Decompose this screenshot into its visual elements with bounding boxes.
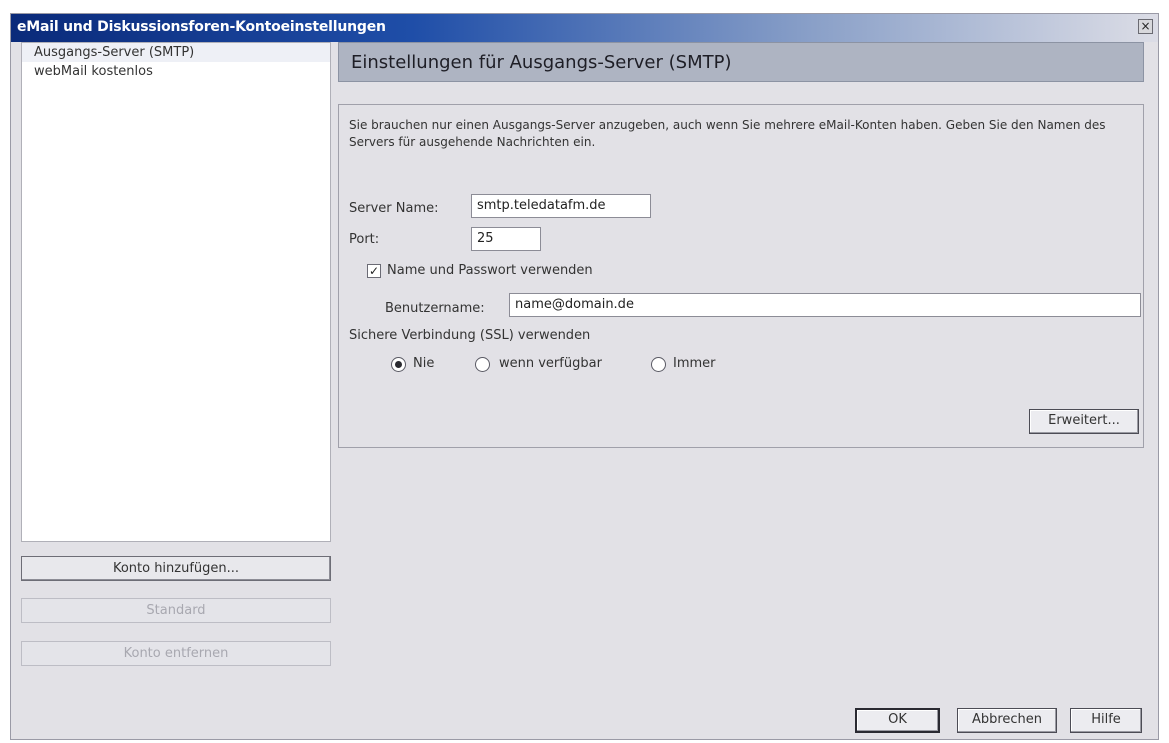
account-item-smtp[interactable]: Ausgangs-Server (SMTP): [22, 43, 330, 62]
account-item-webmail[interactable]: webMail kostenlos: [22, 62, 330, 81]
ssl-always-radio[interactable]: [651, 357, 666, 372]
ssl-always-label: Immer: [673, 356, 716, 371]
title-bar[interactable]: eMail und Diskussionsforen-Kontoeinstell…: [11, 14, 1158, 42]
ssl-label: Sichere Verbindung (SSL) verwenden: [349, 328, 591, 343]
server-name-label: Server Name:: [349, 201, 439, 216]
set-default-button[interactable]: Standard: [21, 598, 331, 623]
account-list[interactable]: Ausgangs-Server (SMTP) webMail kostenlos: [21, 42, 331, 542]
window-title: eMail und Diskussionsforen-Kontoeinstell…: [17, 19, 386, 35]
ssl-if-available-label: wenn verfügbar: [499, 356, 602, 371]
username-label: Benutzername:: [385, 301, 485, 316]
ssl-never-label: Nie: [413, 356, 435, 371]
panel-header: Einstellungen für Ausgangs-Server (SMTP): [338, 42, 1144, 82]
cancel-button[interactable]: Abbrechen: [957, 708, 1057, 733]
close-button[interactable]: ×: [1138, 19, 1153, 34]
panel-title: Einstellungen für Ausgangs-Server (SMTP): [351, 52, 732, 73]
use-auth-label: Name und Passwort verwenden: [387, 263, 593, 278]
panel-description: Sie brauchen nur einen Ausgangs-Server a…: [349, 118, 1106, 149]
use-auth-checkbox[interactable]: ✓: [367, 264, 381, 278]
port-input[interactable]: 25: [471, 227, 541, 251]
server-name-input[interactable]: smtp.teledatafm.de: [471, 194, 651, 218]
ok-button[interactable]: OK: [855, 708, 940, 733]
ssl-if-available-radio[interactable]: [475, 357, 490, 372]
username-input[interactable]: name@domain.de: [509, 293, 1141, 317]
remove-account-button[interactable]: Konto entfernen: [21, 641, 331, 666]
smtp-settings-box: Sie brauchen nur einen Ausgangs-Server a…: [338, 104, 1144, 448]
add-account-button[interactable]: Konto hinzufügen...: [21, 556, 331, 581]
help-button[interactable]: Hilfe: [1070, 708, 1142, 733]
ssl-never-radio[interactable]: [391, 357, 406, 372]
port-label: Port:: [349, 232, 380, 247]
advanced-button[interactable]: Erweitert...: [1029, 409, 1139, 434]
